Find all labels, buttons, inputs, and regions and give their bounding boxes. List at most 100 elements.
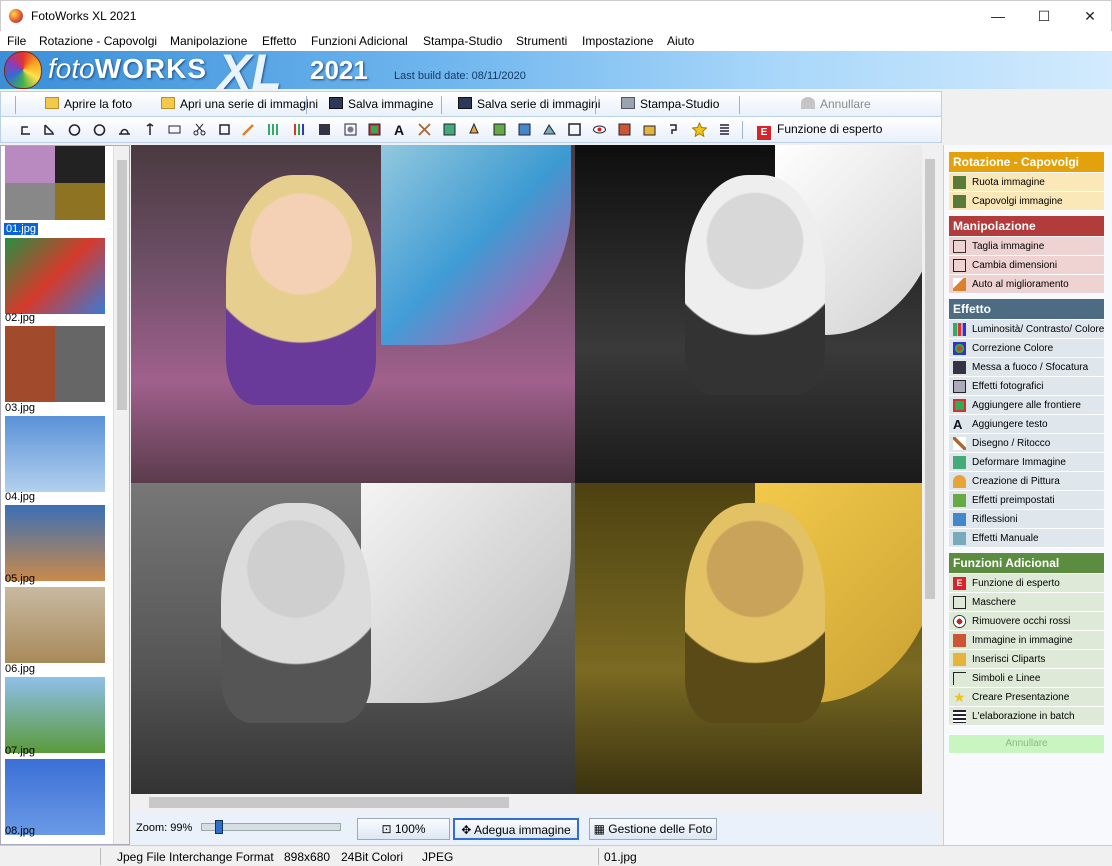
open-series-button[interactable]: Apri una serie di immagini <box>161 97 318 111</box>
item-auto[interactable]: Auto al miglioramento <box>949 275 1104 294</box>
menu-manipolazione[interactable]: Manipolazione <box>170 34 247 48</box>
item-immagine-in-immagine[interactable]: Immagine in immagine <box>949 631 1104 650</box>
thumbnail-image[interactable] <box>5 505 105 581</box>
item-ruota[interactable]: Ruota immagine <box>949 173 1104 192</box>
item-dimensioni[interactable]: Cambia dimensioni <box>949 256 1104 275</box>
mask-icon[interactable] <box>567 122 582 137</box>
scrollbar-thumb[interactable] <box>149 797 509 808</box>
thumbnail-image[interactable] <box>5 146 105 220</box>
picture-in-picture-icon[interactable] <box>617 122 632 137</box>
menu-effetto[interactable]: Effetto <box>262 34 296 48</box>
item-preimpostati[interactable]: Effetti preimpostati <box>949 491 1104 510</box>
flip-horizontal-icon[interactable] <box>143 122 158 137</box>
image-canvas[interactable] <box>131 145 939 795</box>
item-capovolgi[interactable]: Capovolgi immagine <box>949 192 1104 211</box>
thumbnail-label[interactable]: 06.jpg <box>5 663 35 675</box>
item-riflessioni[interactable]: Riflessioni <box>949 510 1104 529</box>
batch-icon[interactable] <box>717 122 732 137</box>
photo-management-button[interactable]: ▦ Gestione delle Foto <box>589 818 717 840</box>
item-luminosita[interactable]: Luminosità/ Contrasto/ Colore <box>949 320 1104 339</box>
item-deformare[interactable]: Deformare Immagine <box>949 453 1104 472</box>
scissors-icon[interactable] <box>192 122 207 137</box>
item-batch[interactable]: L'elaborazione in batch <box>949 707 1104 726</box>
item-occhi-rossi[interactable]: Rimuovere occhi rossi <box>949 612 1104 631</box>
item-maschere[interactable]: Maschere <box>949 593 1104 612</box>
thumbnail-image[interactable] <box>5 677 105 753</box>
clipart-icon[interactable] <box>642 122 657 137</box>
draw-icon[interactable] <box>417 122 432 137</box>
focus-icon[interactable] <box>317 122 332 137</box>
item-messa-fuoco[interactable]: Messa a fuoco / Sfocatura <box>949 358 1104 377</box>
preset-effects-icon[interactable] <box>492 122 507 137</box>
reflection-icon[interactable] <box>517 122 532 137</box>
menu-strumenti[interactable]: Strumenti <box>516 34 567 48</box>
thumbnail-label[interactable]: 05.jpg <box>5 573 35 585</box>
thumbnail-label[interactable]: 02.jpg <box>5 312 35 324</box>
save-image-button[interactable]: Salva immagine <box>329 97 433 111</box>
thumbnail-image[interactable] <box>5 416 105 492</box>
minimize-button[interactable]: — <box>975 1 1021 31</box>
thumbnail-label[interactable]: 07.jpg <box>5 745 35 757</box>
menu-aiuto[interactable]: Aiuto <box>667 34 694 48</box>
item-simboli[interactable]: Simboli e Linee <box>949 669 1104 688</box>
item-pittura[interactable]: Creazione di Pittura <box>949 472 1104 491</box>
scrollbar-thumb[interactable] <box>117 160 127 410</box>
open-photo-button[interactable]: Aprire la foto <box>45 97 132 111</box>
item-testo[interactable]: A Aggiungere testo <box>949 415 1104 434</box>
thumbnail-image[interactable] <box>5 238 105 314</box>
print-studio-button[interactable]: Stampa-Studio <box>621 97 719 111</box>
item-frontiere[interactable]: Aggiungere alle frontiere <box>949 396 1104 415</box>
canvas-vertical-scrollbar[interactable] <box>922 145 939 795</box>
panel-undo-button[interactable]: Annullare <box>949 735 1104 753</box>
mirror-icon[interactable] <box>167 122 182 137</box>
auto-enhance-icon[interactable] <box>241 122 256 137</box>
thumbnail-label[interactable]: 04.jpg <box>5 491 35 503</box>
red-eye-icon[interactable] <box>592 122 607 137</box>
scrollbar-thumb[interactable] <box>925 159 935 599</box>
thumbnail-label[interactable]: 03.jpg <box>5 402 35 414</box>
thumbnail-scrollbar[interactable] <box>113 146 129 844</box>
thumbnail-label[interactable]: 01.jpg <box>4 223 38 235</box>
item-effetti-foto[interactable]: Effetti fotografici <box>949 377 1104 396</box>
item-presentazione[interactable]: ★ Creare Presentazione <box>949 688 1104 707</box>
menu-stampa[interactable]: Stampa-Studio <box>423 34 502 48</box>
fit-image-button[interactable]: ✥ Adegua immagine <box>453 818 579 840</box>
item-correzione[interactable]: Correzione Colore <box>949 339 1104 358</box>
item-esperto[interactable]: E Funzione di esperto <box>949 574 1104 593</box>
menu-rotazione[interactable]: Rotazione - Capovolgi <box>39 34 157 48</box>
rotate-right-icon[interactable] <box>42 122 57 137</box>
menu-impostazione[interactable]: Impostazione <box>582 34 653 48</box>
section-manipolazione[interactable]: Manipolazione <box>949 216 1104 236</box>
rotate-cw-icon[interactable] <box>67 122 82 137</box>
rotate-ccw-icon[interactable] <box>92 122 107 137</box>
item-disegno[interactable]: Disegno / Ritocco <box>949 434 1104 453</box>
canvas-horizontal-scrollbar[interactable] <box>131 794 922 811</box>
thumbnail-image[interactable] <box>5 587 105 663</box>
flip-vertical-icon[interactable] <box>117 122 132 137</box>
section-funzioni[interactable]: Funzioni Adicional <box>949 553 1104 573</box>
item-cliparts[interactable]: Inserisci Cliparts <box>949 650 1104 669</box>
menu-funzioni[interactable]: Funzioni Adicional <box>311 34 408 48</box>
text-icon[interactable]: A <box>392 122 407 137</box>
zoom-100-button[interactable]: ⊡ 100% <box>357 818 450 840</box>
deform-icon[interactable] <box>442 122 457 137</box>
save-series-button[interactable]: Salva serie di immagini <box>458 97 600 111</box>
symbols-icon[interactable] <box>667 122 682 137</box>
item-manuale[interactable]: Effetti Manuale <box>949 529 1104 548</box>
thumbnail-label[interactable]: 08.jpg <box>5 825 35 837</box>
photo-effects-icon[interactable] <box>343 122 358 137</box>
expert-function-button[interactable]: E Funzione di esperto <box>757 122 882 140</box>
crop-icon[interactable] <box>217 122 232 137</box>
item-taglia[interactable]: Taglia immagine <box>949 237 1104 256</box>
maximize-button[interactable]: ☐ <box>1021 1 1067 31</box>
close-button[interactable]: ✕ <box>1067 1 1112 31</box>
presentation-star-icon[interactable] <box>692 122 707 137</box>
thumbnail-image[interactable] <box>5 326 105 402</box>
brightness-icon[interactable] <box>266 122 281 137</box>
rotate-left-icon[interactable] <box>18 122 33 137</box>
zoom-slider-handle[interactable] <box>215 820 223 834</box>
menu-file[interactable]: File <box>7 34 26 48</box>
color-correction-icon[interactable] <box>292 122 307 137</box>
section-effetto[interactable]: Effetto <box>949 299 1104 319</box>
undo-button[interactable]: Annullare <box>801 97 871 111</box>
